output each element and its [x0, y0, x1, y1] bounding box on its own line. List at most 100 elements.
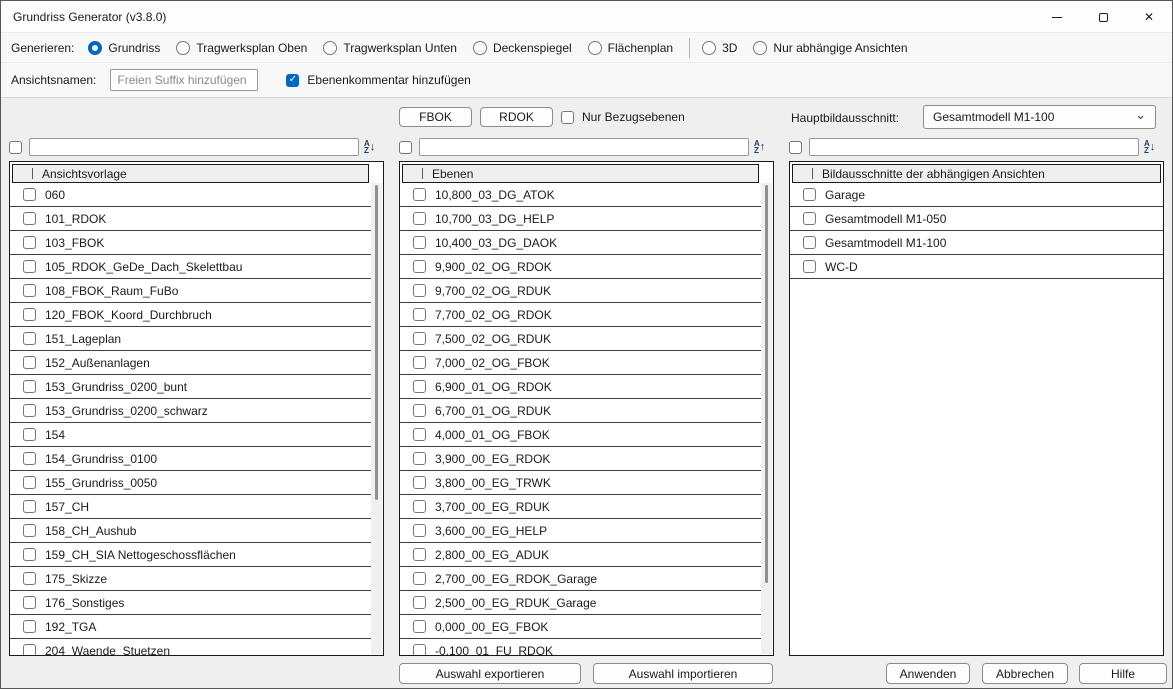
ebenenkommentar-checkbox[interactable]: ✓ — [286, 74, 299, 87]
row-checkbox[interactable] — [413, 428, 426, 441]
row-checkbox[interactable] — [23, 356, 36, 369]
list-item[interactable]: 3,700_00_EG_RDUK — [400, 495, 761, 519]
list-item[interactable]: 3,900_00_EG_RDOK — [400, 447, 761, 471]
list-item[interactable]: 2,800_00_EG_ADUK — [400, 543, 761, 567]
cancel-button[interactable]: Abbrechen — [982, 663, 1068, 684]
list-item[interactable]: 101_RDOK — [10, 207, 371, 231]
ansichtsvorlage-search-input[interactable] — [29, 138, 359, 156]
row-checkbox[interactable] — [413, 596, 426, 609]
row-checkbox[interactable] — [23, 548, 36, 561]
row-checkbox[interactable] — [413, 260, 426, 273]
suffix-input[interactable] — [110, 69, 258, 91]
list-item[interactable]: 154_Grundriss_0100 — [10, 447, 371, 471]
row-checkbox[interactable] — [413, 308, 426, 321]
row-checkbox[interactable] — [803, 188, 816, 201]
sort-az-descending-icon[interactable]: A Z ↓ — [364, 140, 375, 154]
generate-radio-option[interactable]: Nur abhängige Ansichten — [753, 41, 907, 55]
bildausschnitte-header[interactable]: Bildausschnitte der abhängigen Ansichten — [792, 164, 1161, 183]
generate-radio-option[interactable]: Tragwerksplan Unten — [323, 41, 457, 55]
row-checkbox[interactable] — [413, 476, 426, 489]
row-checkbox[interactable] — [413, 548, 426, 561]
list-item[interactable]: 153_Grundriss_0200_schwarz — [10, 399, 371, 423]
list-item[interactable]: WC-D — [790, 255, 1163, 279]
generate-radio-option[interactable]: Flächenplan — [588, 41, 673, 55]
list-item[interactable]: 158_CH_Aushub — [10, 519, 371, 543]
row-checkbox[interactable] — [23, 260, 36, 273]
sort-az-descending-icon[interactable]: A Z ↓ — [1144, 140, 1155, 154]
nur-bezugsebenen-checkbox[interactable] — [561, 111, 574, 124]
row-checkbox[interactable] — [23, 236, 36, 249]
scrollbar-thumb[interactable] — [375, 185, 378, 500]
row-checkbox[interactable] — [803, 260, 816, 273]
row-checkbox[interactable] — [23, 188, 36, 201]
row-checkbox[interactable] — [23, 644, 36, 655]
help-button[interactable]: Hilfe — [1079, 663, 1167, 684]
row-checkbox[interactable] — [23, 308, 36, 321]
list-item[interactable]: 153_Grundriss_0200_bunt — [10, 375, 371, 399]
row-checkbox[interactable] — [413, 212, 426, 225]
list-item[interactable]: 155_Grundriss_0050 — [10, 471, 371, 495]
list-item[interactable]: 103_FBOK — [10, 231, 371, 255]
close-button[interactable]: ✕ — [1126, 1, 1172, 33]
row-checkbox[interactable] — [413, 332, 426, 345]
ebenen-select-all-checkbox[interactable] — [399, 141, 412, 154]
import-selection-button[interactable]: Auswahl importieren — [593, 663, 773, 684]
list-item[interactable]: 3,800_00_EG_TRWK — [400, 471, 761, 495]
list-item[interactable]: 6,700_01_OG_RDUK — [400, 399, 761, 423]
ansichtsvorlage-select-all-checkbox[interactable] — [9, 141, 22, 154]
row-checkbox[interactable] — [413, 644, 426, 655]
list-item[interactable]: 175_Skizze — [10, 567, 371, 591]
list-item[interactable]: 4,000_01_OG_FBOK — [400, 423, 761, 447]
list-item[interactable]: 9,900_02_OG_RDOK — [400, 255, 761, 279]
row-checkbox[interactable] — [23, 212, 36, 225]
row-checkbox[interactable] — [413, 620, 426, 633]
row-checkbox[interactable] — [413, 524, 426, 537]
row-checkbox[interactable] — [413, 356, 426, 369]
generate-radio-option[interactable]: Grundriss — [88, 41, 160, 55]
row-checkbox[interactable] — [23, 572, 36, 585]
list-item[interactable]: 10,800_03_DG_ATOK — [400, 183, 761, 207]
export-selection-button[interactable]: Auswahl exportieren — [399, 663, 581, 684]
apply-button[interactable]: Anwenden — [886, 663, 970, 684]
fbok-button[interactable]: FBOK — [399, 107, 472, 127]
ebenen-search-input[interactable] — [419, 138, 749, 156]
list-item[interactable]: 2,700_00_EG_RDOK_Garage — [400, 567, 761, 591]
list-item[interactable]: 9,700_02_OG_RDUK — [400, 279, 761, 303]
generate-radio-option[interactable]: Deckenspiegel — [473, 41, 572, 55]
list-item[interactable]: 7,500_02_OG_RDUK — [400, 327, 761, 351]
list-item[interactable]: 176_Sonstiges — [10, 591, 371, 615]
maximize-button[interactable] — [1080, 1, 1126, 33]
minimize-button[interactable] — [1034, 1, 1080, 33]
hauptbildausschnitt-select[interactable]: Gesamtmodell M1-100 ⌄ — [923, 105, 1156, 129]
generate-radio-option[interactable]: 3D — [702, 41, 737, 55]
list-item[interactable]: 7,000_02_OG_FBOK — [400, 351, 761, 375]
list-item[interactable]: Garage — [790, 183, 1163, 207]
list-item[interactable]: 105_RDOK_GeDe_Dach_Skelettbau — [10, 255, 371, 279]
list-item[interactable]: 10,700_03_DG_HELP — [400, 207, 761, 231]
row-checkbox[interactable] — [413, 380, 426, 393]
list-item[interactable]: 154 — [10, 423, 371, 447]
bildausschnitte-search-input[interactable] — [809, 138, 1139, 156]
row-checkbox[interactable] — [23, 332, 36, 345]
list-item[interactable]: 3,600_00_EG_HELP — [400, 519, 761, 543]
ebenen-header[interactable]: Ebenen — [402, 164, 759, 183]
sort-az-ascending-icon[interactable]: A Z ↑ — [754, 140, 765, 154]
list-item[interactable]: 6,900_01_OG_RDOK — [400, 375, 761, 399]
bildausschnitte-select-all-checkbox[interactable] — [789, 141, 802, 154]
row-checkbox[interactable] — [23, 524, 36, 537]
row-checkbox[interactable] — [413, 236, 426, 249]
nur-bezugsebenen-option[interactable]: Nur Bezugsebenen — [561, 110, 685, 124]
ansichtsvorlage-header[interactable]: Ansichtsvorlage — [12, 164, 369, 183]
list-item[interactable]: 10,400_03_DG_DAOK — [400, 231, 761, 255]
list-item[interactable]: 120_FBOK_Koord_Durchbruch — [10, 303, 371, 327]
scrollbar-thumb[interactable] — [765, 185, 768, 583]
list-item[interactable]: 0,000_00_EG_FBOK — [400, 615, 761, 639]
row-checkbox[interactable] — [23, 500, 36, 513]
row-checkbox[interactable] — [413, 284, 426, 297]
list-item[interactable]: 2,500_00_EG_RDUK_Garage — [400, 591, 761, 615]
list-item[interactable]: 151_Lageplan — [10, 327, 371, 351]
row-checkbox[interactable] — [23, 596, 36, 609]
row-checkbox[interactable] — [413, 404, 426, 417]
list-item[interactable]: 7,700_02_OG_RDOK — [400, 303, 761, 327]
list-item[interactable]: 060 — [10, 183, 371, 207]
